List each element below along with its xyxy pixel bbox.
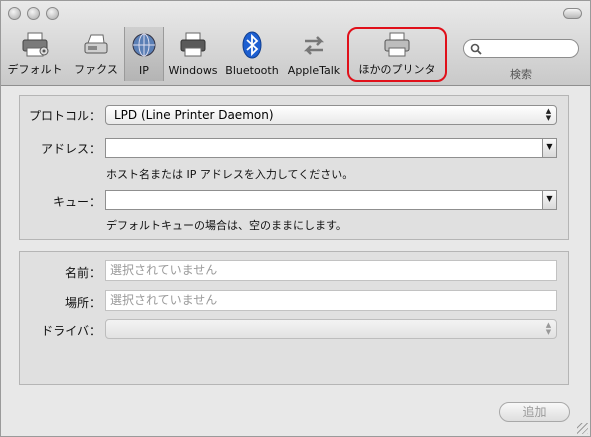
close-window-button[interactable] <box>8 7 21 20</box>
name-label: 名前： <box>64 266 101 280</box>
chevron-down-icon[interactable]: ▼ <box>542 191 556 209</box>
toolbar-item-label: Windows <box>168 64 218 77</box>
address-field[interactable]: ▼ <box>105 138 557 158</box>
search-icon <box>470 43 482 55</box>
other-printer-highlight-annotation <box>347 27 447 82</box>
name-field[interactable]: 選択されていません <box>105 260 557 281</box>
address-label: アドレス： <box>40 142 101 156</box>
toolbar-item-ip[interactable]: IP <box>124 27 164 81</box>
fax-icon <box>84 34 108 54</box>
bluetooth-icon <box>242 31 262 59</box>
queue-hint: デフォルトキューの場合は、空のままにします。 <box>106 219 347 232</box>
windows-printer-icon <box>180 32 206 57</box>
protocol-select[interactable]: LPD (Line Printer Daemon) ▲ ▼ <box>105 105 557 125</box>
address-hint: ホスト名または IP アドレスを入力してください。 <box>106 168 354 181</box>
updown-arrows-icon: ▲ ▼ <box>545 107 552 122</box>
updown-arrows-icon: ▲ ▼ <box>545 321 552 336</box>
minimize-window-button[interactable] <box>27 7 40 20</box>
zoom-window-button[interactable] <box>46 7 59 20</box>
toolbar: デフォルト ファクス IP Windows Bluetooth AppleTal… <box>1 1 590 86</box>
ip-globe-icon <box>132 33 156 57</box>
location-value: 選択されていません <box>110 293 218 307</box>
toolbar-item-appletalk[interactable]: AppleTalk <box>284 27 344 81</box>
protocol-value: LPD (Line Printer Daemon) <box>114 108 274 122</box>
toolbar-item-label: IP <box>139 64 149 77</box>
toolbar-toggle-button[interactable] <box>563 8 582 19</box>
driver-label: ドライバ： <box>41 324 101 338</box>
toolbar-item-label: デフォルト <box>7 63 63 76</box>
chevron-down-icon[interactable]: ▼ <box>542 139 556 157</box>
add-button[interactable]: 追加 <box>499 402 570 422</box>
location-field[interactable]: 選択されていません <box>105 290 557 311</box>
queue-field[interactable]: ▼ <box>105 190 557 210</box>
name-value: 選択されていません <box>110 263 218 277</box>
appletalk-icon <box>303 36 325 55</box>
search-input[interactable] <box>463 39 579 58</box>
driver-select[interactable]: ▲ ▼ <box>105 319 557 339</box>
toolbar-item-label: AppleTalk <box>287 64 341 77</box>
search-label: 検索 <box>510 68 532 81</box>
add-printer-window: デフォルト ファクス IP Windows Bluetooth AppleTal… <box>0 0 591 437</box>
toolbar-item-windows[interactable]: Windows <box>165 27 221 81</box>
resize-grip-icon[interactable] <box>577 423 588 434</box>
toolbar-item-fax[interactable]: ファクス <box>69 27 123 81</box>
toolbar-item-label: ファクス <box>74 63 118 76</box>
toolbar-item-bluetooth[interactable]: Bluetooth <box>224 27 280 81</box>
queue-label: キュー： <box>52 195 101 209</box>
toolbar-item-label: Bluetooth <box>225 64 279 77</box>
protocol-label: プロトコル： <box>28 109 101 123</box>
default-printer-icon <box>22 32 49 57</box>
location-label: 場所： <box>64 296 101 310</box>
toolbar-item-default[interactable]: デフォルト <box>5 27 65 81</box>
